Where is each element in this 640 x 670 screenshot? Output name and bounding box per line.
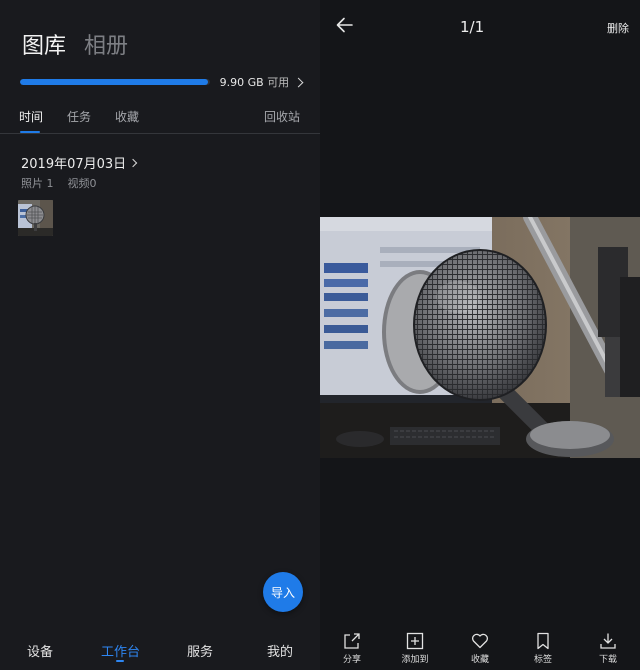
delete-button[interactable]: 删除	[607, 20, 629, 36]
page-counter: 1/1	[460, 18, 485, 36]
storage-free-suffix: 可用	[267, 76, 290, 89]
import-button[interactable]: 导入	[263, 572, 303, 612]
tab-favorites[interactable]: 收藏	[115, 108, 139, 125]
bookmark-icon	[537, 632, 549, 650]
gallery-panel: 图库 相册 9.90 GB 可用 时间 任务 收藏 回收站 2019年07月03…	[0, 0, 320, 670]
nav-workbench[interactable]: 工作台	[101, 641, 140, 660]
add-to-button[interactable]: 添加到	[385, 632, 445, 665]
photo-count: 照片 1	[21, 177, 54, 190]
microphone-photo	[320, 217, 640, 458]
share-button[interactable]: 分享	[322, 632, 382, 665]
photo-view[interactable]	[320, 217, 640, 458]
gallery-tabs: 时间 任务 收藏 回收站	[0, 104, 320, 134]
viewer-toolbar: 分享 添加到 收藏 标签 下载	[320, 628, 640, 670]
storage-indicator[interactable]: 9.90 GB 可用	[20, 72, 304, 92]
favorite-button[interactable]: 收藏	[450, 632, 510, 665]
download-button[interactable]: 下载	[578, 632, 638, 665]
active-tab-indicator	[20, 131, 40, 133]
storage-free-value: 9.90 GB	[219, 76, 264, 89]
tag-label: 标签	[533, 655, 552, 665]
arrow-left-icon	[336, 17, 353, 33]
storage-free-text: 9.90 GB 可用	[220, 74, 290, 90]
chevron-right-icon	[128, 158, 138, 167]
video-count: 视频0	[67, 177, 97, 190]
favorite-label: 收藏	[470, 655, 489, 665]
tab-tasks[interactable]: 任务	[67, 108, 91, 125]
gallery-title[interactable]: 图库	[22, 28, 66, 60]
date-group-header[interactable]: 2019年07月03日	[21, 153, 138, 172]
nav-mine[interactable]: 我的	[267, 641, 293, 660]
tab-recycle-bin[interactable]: 回收站	[264, 108, 300, 125]
media-counts: 照片 1 视频0	[21, 175, 97, 191]
share-label: 分享	[342, 655, 361, 665]
download-icon	[600, 633, 616, 649]
heart-icon	[472, 633, 488, 649]
photo-thumbnail[interactable]	[18, 200, 53, 236]
microphone-thumbnail-image	[18, 200, 53, 236]
storage-bar-fill	[20, 79, 208, 85]
add-to-icon	[406, 632, 424, 650]
date-group-label: 2019年07月03日	[21, 157, 127, 172]
download-label: 下载	[598, 655, 617, 665]
nav-devices[interactable]: 设备	[27, 641, 53, 660]
chevron-right-icon	[293, 77, 304, 87]
bottom-nav: 设备 工作台 服务 我的	[0, 630, 320, 670]
tab-time[interactable]: 时间	[19, 108, 43, 125]
nav-services[interactable]: 服务	[187, 641, 213, 660]
add-to-label: 添加到	[401, 655, 429, 665]
active-nav-indicator	[116, 660, 124, 662]
tag-button[interactable]: 标签	[513, 632, 573, 665]
storage-bar	[20, 79, 210, 85]
back-button[interactable]	[334, 14, 356, 36]
gallery-header: 图库 相册	[22, 28, 128, 60]
albums-title[interactable]: 相册	[84, 28, 128, 60]
share-icon	[344, 633, 360, 649]
photo-viewer-panel: 1/1 删除 分享 添加到 收藏 标签 下载	[320, 0, 640, 670]
